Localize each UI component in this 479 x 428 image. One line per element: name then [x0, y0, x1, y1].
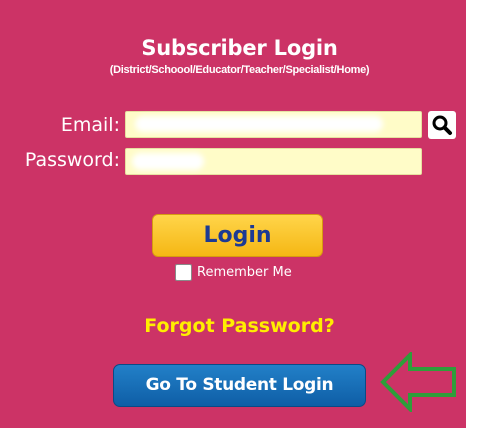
remember-me-checkbox[interactable]	[175, 264, 192, 281]
forgot-password-link[interactable]: Forgot Password?	[0, 315, 479, 337]
arrow-left-outline-icon	[380, 352, 456, 412]
email-label: Email:	[60, 114, 120, 136]
login-subtitle: (District/Schoool/Educator/Teacher/Speci…	[109, 64, 370, 76]
password-label: Password:	[24, 149, 120, 171]
login-title: Subscriber Login	[141, 36, 338, 60]
search-icon	[432, 115, 452, 135]
login-button[interactable]: Login	[152, 214, 323, 257]
search-button[interactable]	[428, 111, 456, 139]
password-field[interactable]	[125, 148, 422, 175]
remember-me-label: Remember Me	[197, 265, 292, 280]
email-field[interactable]	[125, 111, 422, 138]
student-login-button[interactable]: Go To Student Login	[113, 364, 366, 407]
